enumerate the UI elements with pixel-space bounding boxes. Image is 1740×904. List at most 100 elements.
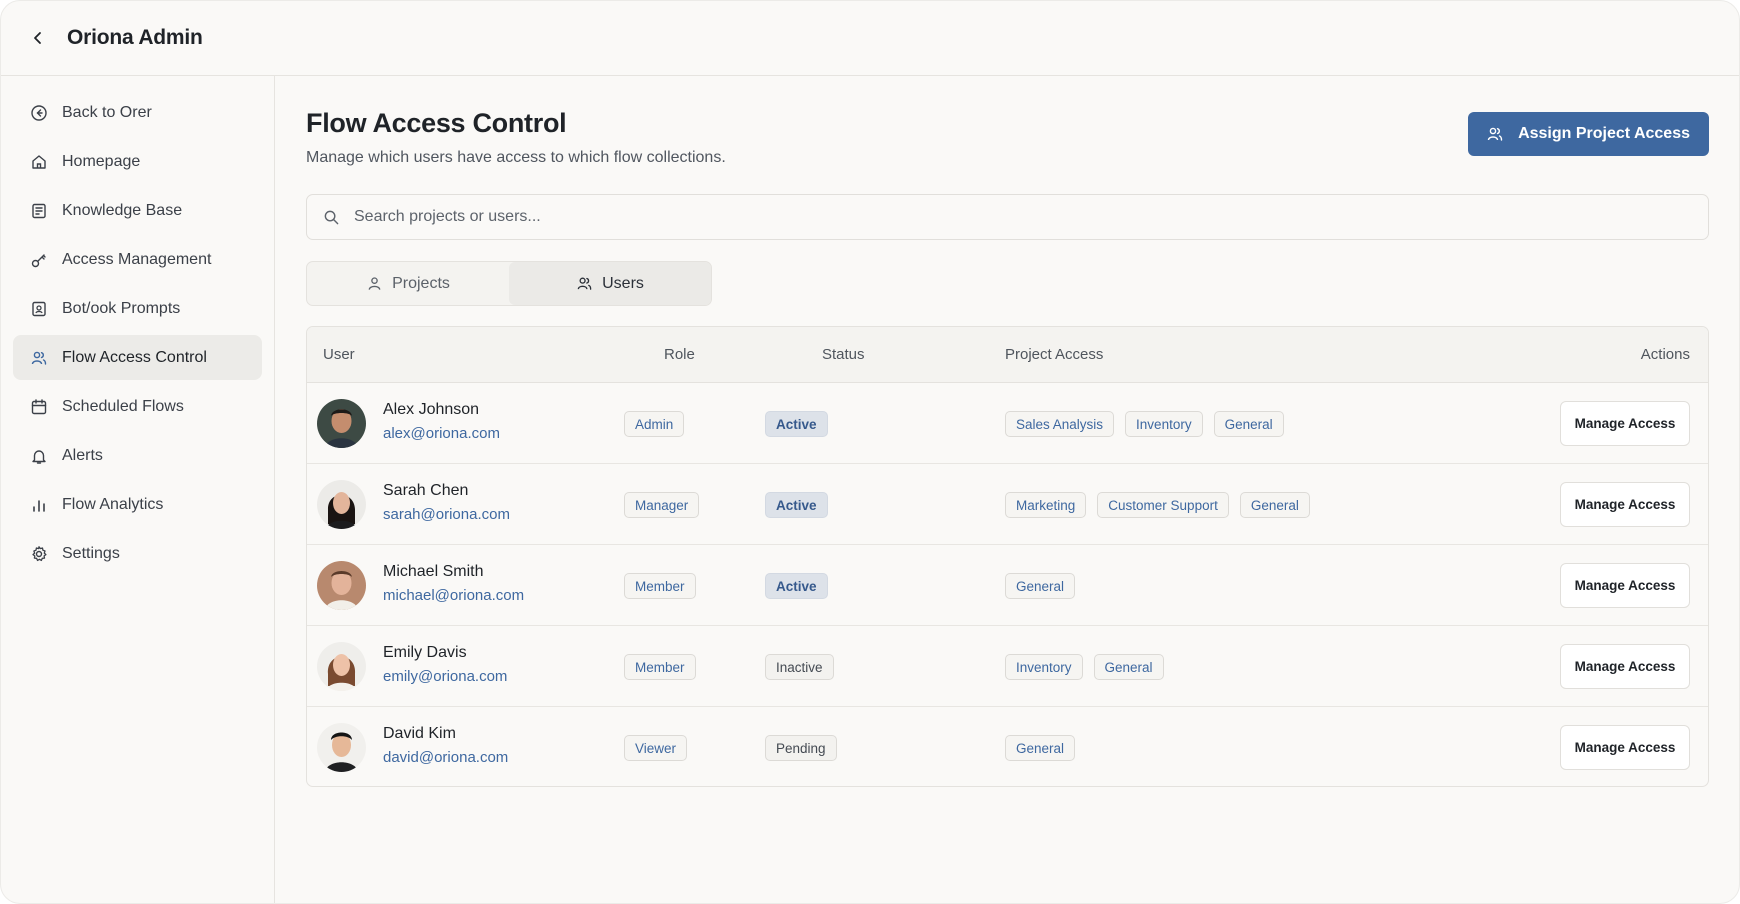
sidebar-item-flow-analytics[interactable]: Flow Analytics	[13, 482, 262, 527]
role-badge: Manager	[624, 492, 700, 518]
project-badge: General	[1239, 492, 1310, 518]
project-badge: Inventory	[1125, 411, 1203, 437]
sidebar-item-knowledge-base[interactable]: Knowledge Base	[13, 188, 262, 233]
sidebar-item-settings[interactable]: Settings	[13, 531, 262, 576]
role-badge: Member	[624, 654, 696, 680]
avatar	[317, 723, 366, 772]
user-name: Michael Smith	[383, 563, 484, 580]
column-header-role: Role	[664, 346, 695, 363]
back-button[interactable]	[27, 27, 49, 49]
project-access-list: General	[1005, 735, 1076, 761]
sidebar-item-scheduled-flows[interactable]: Scheduled Flows	[13, 384, 262, 429]
assign-button-label: Assign Project Access	[1518, 125, 1690, 142]
project-badge: Inventory	[1005, 654, 1083, 680]
sidebar-item-bot-prompts[interactable]: Bot/ook Prompts	[13, 286, 262, 331]
column-header-user: User	[323, 346, 355, 363]
table-row: Emily Davis emily@oriona.com Member Inac…	[307, 626, 1708, 707]
sidebar-item-back-to-orer[interactable]: Back to Orer	[13, 90, 262, 135]
role-badge: Viewer	[624, 735, 688, 761]
project-access-list: General	[1005, 573, 1076, 599]
avatar	[317, 399, 366, 448]
main-content: Flow Access Control Manage which users h…	[276, 76, 1739, 903]
status-badge: Active	[765, 492, 828, 518]
book-icon	[32, 203, 46, 218]
sidebar-item-label: Alerts	[62, 446, 103, 464]
tab-label: Users	[602, 274, 644, 292]
sidebar-item-alerts[interactable]: Alerts	[13, 433, 262, 478]
project-badge: Sales Analysis	[1005, 411, 1115, 437]
user-name: Emily Davis	[383, 644, 467, 661]
gear-icon	[32, 545, 47, 561]
top-bar: Oriona Admin	[1, 1, 1739, 76]
sidebar-item-label: Access Management	[62, 250, 212, 268]
search-icon	[324, 210, 339, 224]
sidebar-item-label: Flow Analytics	[62, 495, 164, 513]
sidebar-item-label: Bot/ook Prompts	[62, 299, 181, 317]
table-row: Alex Johnson alex@oriona.com Admin Activ…	[307, 383, 1708, 464]
back-circle-icon	[31, 104, 47, 121]
column-header-project-access: Project Access	[1005, 346, 1104, 363]
users-icon	[1487, 127, 1503, 141]
prompt-book-icon	[32, 301, 46, 316]
sidebar-item-label: Knowledge Base	[62, 201, 183, 219]
user-email[interactable]: alex@oriona.com	[383, 425, 500, 442]
table-row: Michael Smith michael@oriona.com Member …	[307, 545, 1708, 626]
role-badge: Admin	[624, 411, 685, 437]
manage-access-button[interactable]: Manage Access	[1560, 725, 1690, 770]
column-header-actions: Actions	[1640, 346, 1690, 363]
column-header-status: Status	[822, 346, 865, 363]
project-badge: Marketing	[1005, 492, 1087, 518]
key-icon	[31, 253, 46, 267]
calendar-icon	[31, 398, 47, 414]
project-badge: General	[1093, 654, 1164, 680]
project-access-list: Marketing Customer Support General	[1005, 492, 1310, 518]
users-icon	[31, 351, 47, 365]
status-badge: Active	[765, 573, 828, 599]
home-icon	[32, 154, 46, 169]
sidebar-item-access-management[interactable]: Access Management	[13, 237, 262, 282]
status-badge: Active	[765, 411, 828, 437]
user-email[interactable]: emily@oriona.com	[383, 668, 507, 685]
sidebar-item-homepage[interactable]: Homepage	[13, 139, 262, 184]
search-input[interactable]	[354, 208, 1601, 226]
app-title: Oriona Admin	[67, 26, 203, 49]
tab-projects[interactable]: Projects	[307, 262, 509, 305]
user-name: David Kim	[383, 725, 456, 742]
sidebar: Back to Orer Homepage Knowledge Base Acc…	[1, 76, 275, 903]
project-badge: General	[1005, 573, 1076, 599]
manage-access-button[interactable]: Manage Access	[1560, 401, 1690, 446]
project-badge: General	[1005, 735, 1076, 761]
bell-icon	[32, 449, 46, 464]
user-email[interactable]: david@oriona.com	[383, 749, 508, 766]
chevron-left-icon	[34, 32, 41, 44]
avatar	[317, 642, 366, 691]
manage-access-button[interactable]: Manage Access	[1560, 482, 1690, 527]
table-row: David Kim david@oriona.com Viewer Pendin…	[307, 707, 1708, 786]
user-email[interactable]: michael@oriona.com	[383, 587, 524, 604]
sidebar-item-label: Back to Orer	[62, 103, 152, 121]
users-table: User Role Status Project Access Actions …	[306, 326, 1709, 787]
avatar	[317, 561, 366, 610]
project-access-list: Sales Analysis Inventory General	[1005, 411, 1284, 437]
search-bar	[306, 194, 1709, 240]
user-email[interactable]: sarah@oriona.com	[383, 506, 510, 523]
sidebar-item-label: Flow Access Control	[62, 348, 207, 366]
app-window: Oriona Admin Back to Orer Homepage Knowl…	[0, 0, 1740, 904]
table-header: User Role Status Project Access Actions	[307, 327, 1708, 383]
tab-label: Projects	[392, 274, 450, 292]
project-badge: Customer Support	[1097, 492, 1229, 518]
bar-chart-icon	[33, 499, 45, 512]
sidebar-item-label: Settings	[62, 544, 120, 562]
user-name: Sarah Chen	[383, 482, 469, 499]
sidebar-item-flow-access-control[interactable]: Flow Access Control	[13, 335, 262, 380]
assign-project-access-button[interactable]: Assign Project Access	[1468, 112, 1709, 156]
tab-users[interactable]: Users	[509, 262, 711, 305]
manage-access-button[interactable]: Manage Access	[1560, 563, 1690, 608]
view-tabs: Projects Users	[306, 261, 712, 306]
sidebar-item-label: Scheduled Flows	[62, 397, 184, 415]
sidebar-item-label: Homepage	[62, 152, 141, 170]
project-access-list: Inventory General	[1005, 654, 1164, 680]
avatar	[317, 480, 366, 529]
manage-access-button[interactable]: Manage Access	[1560, 644, 1690, 689]
users-icon	[577, 277, 592, 290]
